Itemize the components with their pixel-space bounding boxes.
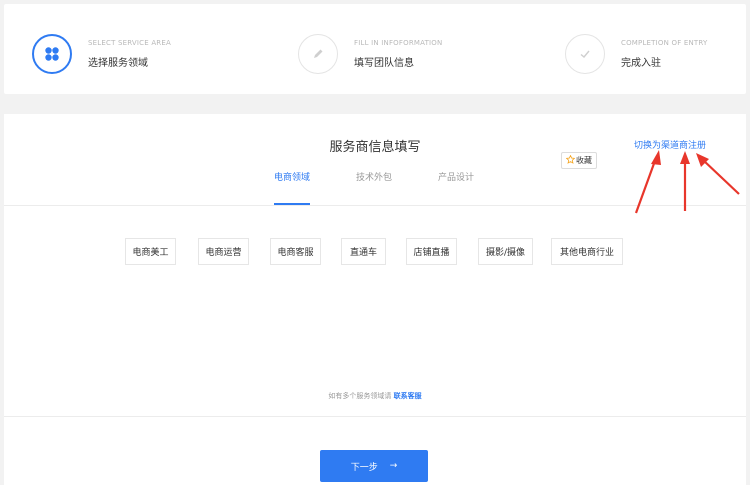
tab-product-design[interactable]: 产品设计 [438,170,474,183]
category-ecommerce-customer-service[interactable]: 电商客服 [270,238,321,265]
star-icon [565,154,576,166]
hint-text: 如有多个服务领域请 [328,392,392,400]
registration-stepper: SELECT SERVICE AREA 选择服务领域 FILL IN INFOF… [4,4,746,94]
contact-support-link[interactable]: 联系客服 [394,392,422,400]
step-zh-label: 填写团队信息 [354,58,414,69]
favorite-label: 收藏 [576,156,592,165]
step-en-label: FILL IN INFOFORMATION [354,39,443,47]
category-other-ecommerce[interactable]: 其他电商行业 [551,238,623,265]
category-ecommerce-design[interactable]: 电商美工 [125,238,176,265]
tab-tech-outsourcing[interactable]: 技术外包 [356,170,392,183]
category-photography[interactable]: 摄影/摄像 [478,238,533,265]
tab-ecommerce[interactable]: 电商领域 [274,170,310,183]
tabs-divider [4,205,746,206]
next-step-label: 下一步 [350,462,378,473]
switch-to-channel-registration-link[interactable]: 切换为渠道商注册 [634,138,706,151]
category-ecommerce-operation[interactable]: 电商运营 [198,238,249,265]
step-en-label: SELECT SERVICE AREA [88,39,171,47]
category-store-live-stream[interactable]: 店铺直播 [406,238,457,265]
multi-service-hint: 如有多个服务领域请 联系客服 [4,391,746,401]
step-zh-label: 选择服务领域 [88,58,148,69]
step-en-label: COMPLETION OF ENTRY [621,39,708,47]
next-step-button[interactable]: 下一步 → [320,450,428,482]
step-zh-label: 完成入驻 [621,58,661,69]
grid-icon [32,34,72,74]
category-through-train[interactable]: 直通车 [341,238,386,265]
favorite-button[interactable]: 收藏 [561,152,597,169]
service-provider-form-card: 服务商信息填写 切换为渠道商注册 收藏 电商领域 技术外包 产品设计 电商美工 … [4,114,746,485]
arrow-right-icon: → [389,461,398,471]
pencil-icon [298,34,338,74]
footer-divider [4,416,746,417]
check-icon [565,34,605,74]
